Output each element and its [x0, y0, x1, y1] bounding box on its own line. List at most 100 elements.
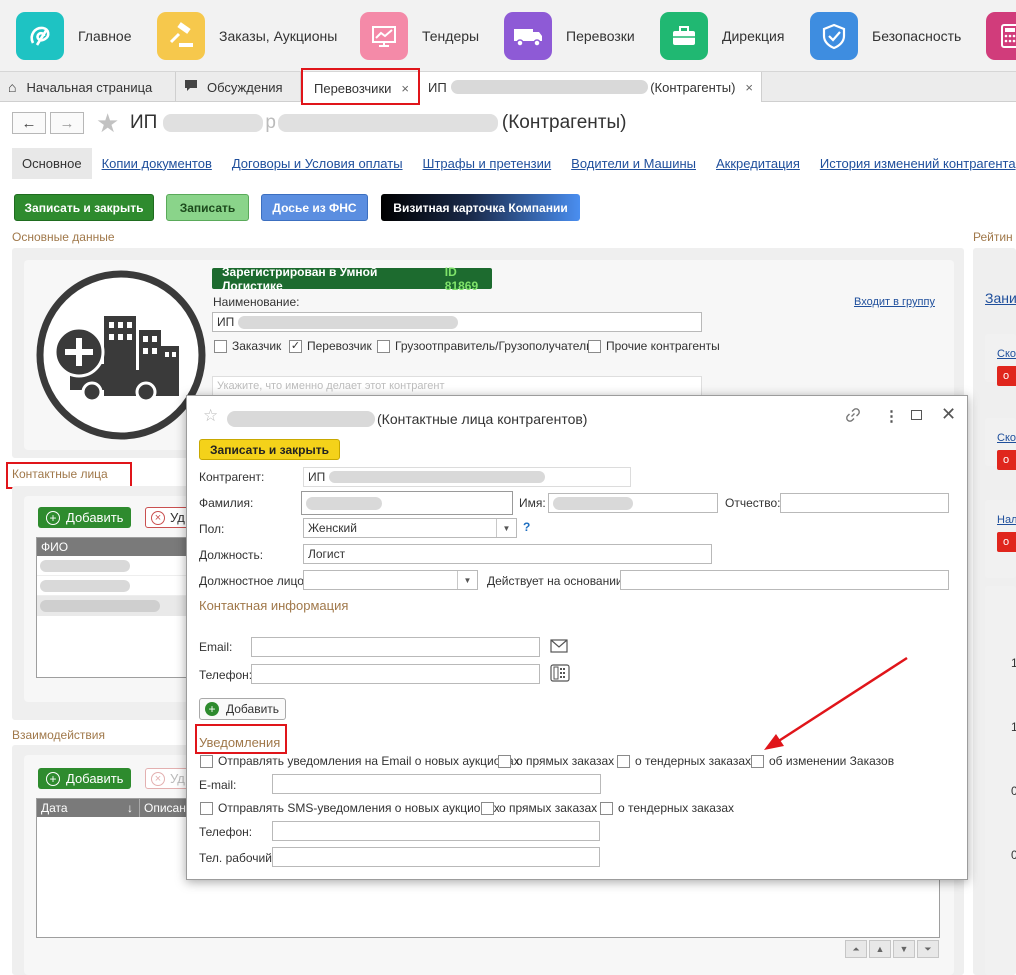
save-button[interactable]: Записать [166, 194, 249, 221]
fio-column-header[interactable]: ФИО [37, 538, 187, 556]
subnav-drivers[interactable]: Водители и Машины [571, 156, 696, 171]
star-icon[interactable]: ★ [96, 108, 119, 139]
rating-card-link[interactable]: Ско [997, 346, 1016, 360]
delete-interaction-button[interactable]: × Уд [145, 768, 190, 789]
role-customer[interactable]: Заказчик [214, 339, 281, 353]
tab-counterparty[interactable]: ИП (Контрагенты) × [420, 72, 762, 102]
email-tender-checkbox[interactable]: о тендерных заказах [617, 754, 751, 768]
subnav-contracts[interactable]: Договоры и Условия оплаты [232, 156, 403, 171]
phone-icon[interactable] [550, 664, 570, 685]
checkbox[interactable] [200, 754, 213, 768]
help-icon[interactable]: ? [523, 520, 530, 534]
back-button[interactable]: ← [12, 112, 46, 134]
phone-field[interactable] [251, 664, 540, 684]
more-menu-icon[interactable]: ⋮ [884, 407, 899, 425]
checkbox[interactable] [617, 754, 630, 768]
close-icon[interactable]: × [745, 80, 753, 95]
save-close-button[interactable]: Записать и закрыть [14, 194, 154, 221]
rating-card-link[interactable]: Нал [997, 512, 1016, 526]
table-row[interactable] [37, 596, 187, 616]
official-select[interactable]: ▼ [303, 570, 478, 590]
section-transport[interactable]: Перевозки [504, 0, 635, 72]
name-field[interactable]: ИП [212, 312, 702, 332]
group-link[interactable]: Входит в группу [854, 296, 935, 308]
checkbox[interactable] [200, 801, 213, 815]
notify-phone-field[interactable] [272, 821, 600, 841]
section-security[interactable]: Безопасность [810, 0, 961, 72]
email-notify-checkbox[interactable]: Отправлять уведомления на Email о новых … [200, 754, 520, 768]
checkbox[interactable] [481, 801, 494, 815]
contact-person-dialog: ☆ (Контактные лица контрагентов) ⋮ ✕ Зап… [186, 395, 968, 880]
sms-direct-checkbox[interactable]: о прямых заказах [481, 801, 597, 815]
scroll-top-button[interactable]: ⏶ [845, 940, 867, 958]
dialog-save-close-button[interactable]: Записать и закрыть [199, 439, 340, 460]
counterparty-field[interactable]: ИП [303, 467, 631, 487]
surname-field[interactable] [301, 491, 513, 515]
star-icon[interactable]: ☆ [203, 406, 218, 426]
tab-home[interactable]: ⌂ Начальная страница [0, 72, 176, 102]
order-changes-checkbox[interactable]: об изменении Заказов [751, 754, 894, 768]
section-tenders[interactable]: Тендеры [360, 0, 479, 72]
business-card-button[interactable]: Визитная карточка Компании [381, 194, 580, 221]
chart-monitor-icon [360, 12, 408, 60]
email-field[interactable] [251, 637, 540, 657]
sms-notify-checkbox[interactable]: Отправлять SMS-уведомления о новых аукци… [200, 801, 500, 815]
checkbox-carrier[interactable]: ✓ [289, 339, 302, 353]
section-bar: Главное Заказы, Аукционы Тендеры Перевоз… [0, 0, 1016, 72]
checkbox[interactable] [600, 801, 613, 815]
sms-tender-checkbox[interactable]: о тендерных заказах [600, 801, 734, 815]
subnav-document-copies[interactable]: Копии документов [102, 156, 212, 171]
table-row[interactable] [37, 556, 187, 576]
interactions-caption: Взаимодействия [12, 728, 105, 742]
scroll-up-button[interactable]: ▲ [869, 940, 891, 958]
checkbox-customer[interactable] [214, 339, 227, 353]
link-icon[interactable] [845, 407, 861, 426]
delete-contact-button[interactable]: × Уд [145, 507, 190, 528]
close-icon[interactable]: ✕ [941, 404, 956, 425]
maximize-icon[interactable] [911, 410, 922, 420]
table-row[interactable] [37, 576, 187, 596]
checkbox[interactable] [498, 754, 511, 768]
patronymic-label: Отчество: [725, 496, 781, 510]
rating-card-link[interactable]: Ско [997, 430, 1016, 444]
activity-field[interactable]: Укажите, что именно делает этот контраге… [212, 376, 702, 396]
subnav-main[interactable]: Основное [12, 147, 92, 179]
basis-field[interactable] [620, 570, 949, 590]
rating-link[interactable]: Зани [985, 290, 1016, 306]
subnav-accreditation[interactable]: Аккредитация [716, 156, 800, 171]
tab-discussions[interactable]: Обсуждения [176, 72, 301, 102]
role-shipper[interactable]: Грузоотправитель/Грузополучатель [377, 339, 592, 353]
scroll-bottom-button[interactable]: ⏷ [917, 940, 939, 958]
first-name-field[interactable] [548, 493, 718, 513]
patronymic-field[interactable] [780, 493, 949, 513]
subnav-history[interactable]: История изменений контрагента [820, 156, 1016, 171]
position-field[interactable]: Логист [303, 544, 712, 564]
work-phone-field[interactable] [272, 847, 600, 867]
gender-select[interactable]: Женский ▼ [303, 518, 517, 538]
section-directorate[interactable]: Дирекция [660, 0, 784, 72]
email-direct-checkbox[interactable]: о прямых заказах [498, 754, 614, 768]
redacted-text [40, 600, 160, 612]
section-accounting[interactable] [986, 0, 1016, 72]
add-contact-info-button[interactable]: + Добавить [199, 698, 286, 720]
form-subnav: Основное Копии документов Договоры и Усл… [12, 146, 1016, 180]
notify-email-field[interactable] [272, 774, 601, 794]
chevron-down-icon[interactable]: ▼ [457, 571, 477, 589]
envelope-icon[interactable] [550, 639, 568, 656]
scroll-down-button[interactable]: ▼ [893, 940, 915, 958]
checkbox-shipper[interactable] [377, 339, 390, 353]
date-column-header[interactable]: Дата ↓ [37, 799, 139, 817]
role-carrier[interactable]: ✓ Перевозчик [289, 339, 372, 353]
fns-dossier-button[interactable]: Досье из ФНС [261, 194, 368, 221]
chevron-down-icon[interactable]: ▼ [496, 519, 516, 537]
add-contact-button[interactable]: + Добавить [38, 507, 132, 528]
plus-icon: + [46, 771, 60, 786]
add-interaction-button[interactable]: + Добавить [38, 768, 132, 789]
checkbox-other[interactable] [588, 339, 601, 353]
role-other[interactable]: Прочие контрагенты [588, 339, 720, 353]
subnav-fines[interactable]: Штрафы и претензии [423, 156, 552, 171]
section-main[interactable]: Главное [16, 0, 132, 72]
forward-button[interactable]: → [50, 112, 84, 134]
checkbox[interactable] [751, 754, 764, 768]
section-orders[interactable]: Заказы, Аукционы [157, 0, 337, 72]
